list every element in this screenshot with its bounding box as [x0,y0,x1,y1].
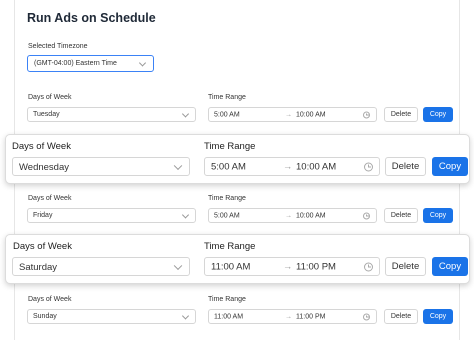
schedule-row: Days of Week Time Range Saturday 11:00 A… [5,234,470,284]
clock-icon [363,212,370,219]
page-title: Run Ads on Schedule [27,11,156,25]
day-select[interactable]: Sunday [27,309,196,324]
clock-icon [363,111,370,118]
chevron-down-icon [173,261,183,270]
end-time: 10:00 AM [296,212,326,219]
day-select[interactable]: Wednesday [12,157,190,176]
delete-button[interactable]: Delete [384,309,418,324]
delete-button[interactable]: Delete [385,157,426,176]
schedule-row: Days of Week Time Range Friday 5:00 AM →… [0,191,474,225]
arrow-right-icon: → [283,161,293,172]
start-time: 5:00 AM [214,212,240,219]
time-range-input[interactable]: 11:00 AM → 11:00 PM [208,309,377,324]
chevron-down-icon [181,311,190,320]
end-time: 11:00 PM [296,313,326,320]
time-range-label: Time Range [204,241,256,252]
delete-button[interactable]: Delete [384,208,418,223]
arrow-right-icon: → [285,212,292,219]
start-time: 5:00 AM [214,111,240,118]
arrow-right-icon: → [285,111,292,118]
chevron-down-icon [181,210,190,219]
start-time: 11:00 AM [211,261,251,272]
arrow-right-icon: → [285,313,292,320]
timezone-select[interactable]: (GMT-04:00) Eastern Time [27,55,154,72]
timezone-value: (GMT-04:00) Eastern Time [34,60,117,67]
time-range-input[interactable]: 5:00 AM → 10:00 AM [208,107,377,122]
time-range-input[interactable]: 5:00 AM → 10:00 AM [208,208,377,223]
schedule-row: Days of Week Time Range Sunday 11:00 AM … [0,292,474,326]
days-label: Days of Week [12,141,71,152]
day-value: Friday [33,212,53,219]
delete-button[interactable]: Delete [384,107,418,122]
day-select[interactable]: Friday [27,208,196,223]
day-select[interactable]: Tuesday [27,107,196,122]
chevron-down-icon [181,109,190,118]
day-value: Wednesday [19,162,69,173]
day-value: Saturday [19,262,58,273]
delete-button[interactable]: Delete [385,257,426,276]
copy-button[interactable]: Copy [432,257,468,276]
copy-button[interactable]: Copy [423,309,453,324]
day-value: Sunday [33,313,57,320]
day-select[interactable]: Saturday [12,257,190,276]
clock-icon [364,162,373,171]
schedule-row: Days of Week Time Range Tuesday 5:00 AM … [0,90,474,124]
time-range-input[interactable]: 5:00 AM → 10:00 AM [204,157,380,176]
start-time: 5:00 AM [211,161,246,172]
timezone-label: Selected Timezone [28,43,88,50]
end-time: 11:00 PM [296,261,336,272]
time-range-label: Time Range [208,195,246,202]
time-range-label: Time Range [208,94,246,101]
time-range-label: Time Range [204,141,256,152]
time-range-input[interactable]: 11:00 AM → 11:00 PM [204,257,380,276]
copy-button[interactable]: Copy [432,157,468,176]
days-label: Days of Week [13,241,72,252]
days-label: Days of Week [28,195,72,202]
clock-icon [363,313,370,320]
day-value: Tuesday [33,111,60,118]
schedule-row: Days of Week Time Range Wednesday 5:00 A… [5,134,470,184]
copy-button[interactable]: Copy [423,208,453,223]
time-range-label: Time Range [208,296,246,303]
days-label: Days of Week [28,296,72,303]
chevron-down-icon [173,161,183,170]
clock-icon [364,262,373,271]
end-time: 10:00 AM [296,161,337,172]
arrow-right-icon: → [283,261,293,272]
end-time: 10:00 AM [296,111,326,118]
chevron-down-icon [138,58,147,67]
copy-button[interactable]: Copy [423,107,453,122]
start-time: 11:00 AM [214,313,244,320]
days-label: Days of Week [28,94,72,101]
